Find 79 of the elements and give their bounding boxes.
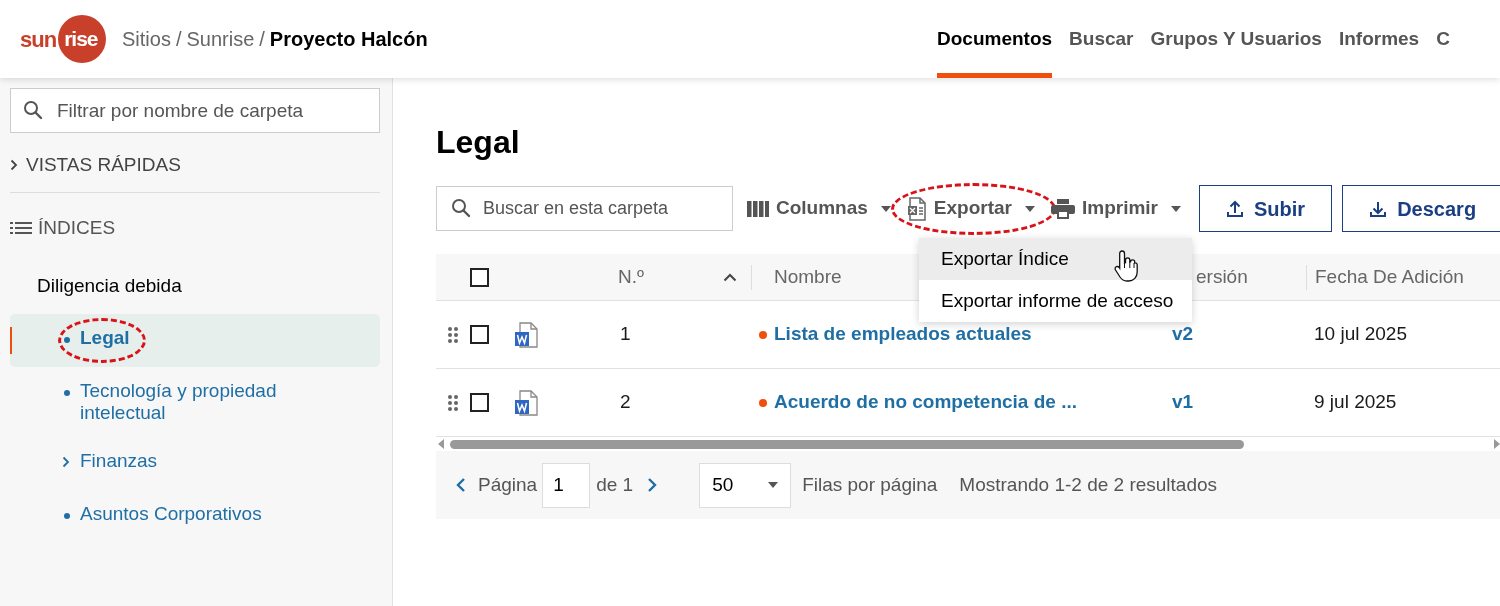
rows-per-page-label: Filas por página <box>802 472 938 497</box>
page-count: de 1 <box>596 472 634 497</box>
results-summary: Mostrando 1-2 de 2 resultados <box>959 472 1218 497</box>
upload-button[interactable]: Subir <box>1199 185 1333 232</box>
caret-icon <box>1171 205 1182 212</box>
scroll-left-icon[interactable] <box>438 439 444 449</box>
tree-row[interactable]: Finanzas <box>10 437 380 490</box>
selection-marker <box>10 327 12 354</box>
column-header[interactable]: N.º <box>618 263 644 292</box>
tree-item-label: Asuntos Corporativos <box>80 503 263 525</box>
row-checkbox[interactable] <box>470 325 489 344</box>
quick-views-toggle[interactable]: VISTAS RÁPIDAS <box>10 152 181 178</box>
column-header[interactable]: ersión <box>1196 263 1248 292</box>
tree-item-label: Tecnología y propiedad intelectual <box>80 380 278 424</box>
caret-icon <box>768 482 779 488</box>
toolbar-dropdown-button[interactable]: Imprimir <box>1051 188 1182 229</box>
select-all-checkbox[interactable] <box>470 268 489 287</box>
table-cell: 10 jul 2025 <box>1314 323 1407 345</box>
version-link[interactable]: v1 <box>1172 391 1194 413</box>
search-icon <box>23 100 43 120</box>
drag-handle-icon[interactable] <box>448 326 458 343</box>
tree-item[interactable]: Diligencia debida <box>37 271 182 300</box>
breadcrumb-link[interactable]: Sunrise <box>186 24 255 54</box>
document-link[interactable]: Acuerdo de no competencia de ... <box>774 388 1077 417</box>
document-link[interactable]: Lista de empleados actuales <box>774 320 1032 349</box>
tree-item-label: Finanzas <box>80 450 159 472</box>
sort-ascending-icon[interactable] <box>723 273 737 282</box>
bullet-icon <box>64 513 70 519</box>
caret-icon <box>1025 205 1035 212</box>
nav-tab[interactable]: Informes <box>1338 0 1420 78</box>
page-size-select[interactable]: 50 <box>699 462 792 508</box>
table-cell: 9 jul 2025 <box>1314 391 1397 413</box>
list-icon <box>10 221 32 236</box>
caret-icon <box>880 205 891 212</box>
folder-filter-field[interactable]: Filtrar por nombre de carpeta <box>10 88 380 133</box>
toolbar-dropdown-button[interactable]: Columnas <box>747 188 891 229</box>
columns-icon <box>747 200 769 217</box>
page-number-field[interactable]: 1 <box>542 462 591 508</box>
nav-tab[interactable]: Buscar <box>1069 0 1134 78</box>
menu-item[interactable]: Exportar Índice <box>919 238 1192 280</box>
previous-page-icon[interactable] <box>456 477 466 493</box>
tree-row[interactable]: Asuntos Corporativos <box>10 490 380 543</box>
version-link[interactable]: v2 <box>1172 323 1194 345</box>
breadcrumb-separator: / <box>175 27 182 52</box>
scrollbar-thumb[interactable] <box>450 439 1244 449</box>
scroll-right-icon[interactable] <box>1494 439 1500 449</box>
breadcrumb-link[interactable]: Sitios <box>122 24 171 54</box>
download-button[interactable]: Descarg <box>1342 185 1500 232</box>
page-title: Legal <box>436 123 521 162</box>
bullet-icon <box>64 337 70 343</box>
breadcrumb-separator: / <box>259 27 265 52</box>
hand-cursor-icon <box>1114 249 1140 283</box>
table-cell: 2 <box>620 391 631 413</box>
tree-row[interactable]: Tecnología y propiedad intelectual <box>10 367 380 437</box>
table-cell: 1 <box>620 323 631 345</box>
search-icon <box>451 198 471 218</box>
menu-item[interactable]: Exportar informe de acceso <box>919 280 1192 322</box>
nav-tab[interactable]: C <box>1436 0 1450 78</box>
chevron-right-icon <box>62 456 70 468</box>
nav-tab[interactable]: Grupos Y Usuarios <box>1150 0 1322 78</box>
word-document-icon <box>514 321 538 348</box>
column-header[interactable]: Nombre <box>774 263 842 292</box>
bullet-icon <box>64 390 70 396</box>
next-page-icon[interactable] <box>647 477 658 493</box>
row-checkbox[interactable] <box>470 393 489 412</box>
drag-handle-icon[interactable] <box>448 394 458 411</box>
indices-heading: ÍNDICES <box>38 216 116 240</box>
printer-icon <box>1051 198 1075 219</box>
breadcrumb-current: Proyecto Halcón <box>269 27 428 52</box>
page-label: Página <box>478 472 538 497</box>
upload-icon <box>1226 199 1245 218</box>
column-header[interactable]: Fecha De Adición <box>1315 263 1464 292</box>
nav-tab[interactable]: Documentos <box>937 0 1053 78</box>
download-icon <box>1369 199 1388 218</box>
toolbar-dropdown-button[interactable]: Exportar <box>906 188 1035 229</box>
selected-tree-item[interactable]: Legal <box>10 314 380 367</box>
word-document-icon <box>514 389 538 416</box>
folder-search-field[interactable]: Buscar en esta carpeta <box>436 186 733 231</box>
spreadsheet-file-icon <box>906 196 927 221</box>
